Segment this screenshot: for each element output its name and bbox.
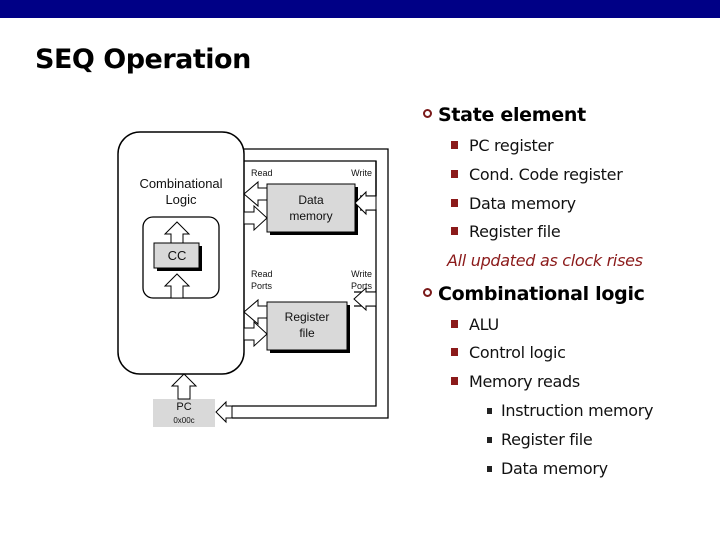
- data-memory-addr-arrow: [243, 204, 268, 232]
- pc-in-arrow: [215, 400, 233, 424]
- cc-label: CC: [168, 248, 187, 263]
- data-memory-label-1: Data: [298, 193, 324, 207]
- regfile-read-label-1: Read: [251, 269, 273, 279]
- square-bullet-icon: [451, 170, 458, 178]
- comb-logic-label-1: Combinational: [139, 176, 222, 191]
- data-memory-label-2: memory: [289, 209, 332, 223]
- regfile-write-label-2: Ports: [351, 281, 373, 291]
- data-memory-write-arrow: [354, 190, 377, 216]
- combinational-logic-heading: Combinational logic: [438, 283, 645, 305]
- data-memory-block: [266, 183, 356, 233]
- square-bullet-icon: [451, 141, 458, 149]
- circle-bullet-icon: [423, 109, 432, 118]
- regfile-read-label-2: Ports: [251, 281, 273, 291]
- clock-note: All updated as clock rises: [447, 251, 643, 270]
- square-bullet-icon: [451, 377, 458, 385]
- regfile-read-arrow: [243, 298, 268, 326]
- circle-bullet-icon: [423, 288, 432, 297]
- pc-out-arrow: [170, 373, 198, 400]
- square-bullet-icon: [451, 199, 458, 207]
- square-bullet-icon: [451, 227, 458, 235]
- small-square-bullet-icon: [487, 408, 492, 414]
- regfile-write-label-1: Write: [351, 269, 372, 279]
- regfile-src-arrow: [243, 320, 268, 348]
- small-square-bullet-icon: [487, 437, 492, 443]
- comb-logic-label-2: Logic: [165, 192, 197, 207]
- register-file-label-2: file: [299, 326, 315, 340]
- square-bullet-icon: [451, 348, 458, 356]
- small-square-bullet-icon: [487, 466, 492, 472]
- register-file-label-1: Register: [285, 310, 330, 324]
- state-element-heading: State element: [438, 104, 586, 126]
- seq-diagram: Combinational Logic CC Data memory Read …: [117, 131, 389, 427]
- data-memory-write-label: Write: [351, 168, 372, 178]
- regfile-write-arrow: [353, 286, 377, 312]
- pc-value: 0x00c: [173, 416, 194, 425]
- pc-label: PC: [176, 401, 191, 413]
- data-memory-read-arrow: [243, 180, 268, 208]
- square-bullet-icon: [451, 320, 458, 328]
- data-memory-read-label: Read: [251, 168, 273, 178]
